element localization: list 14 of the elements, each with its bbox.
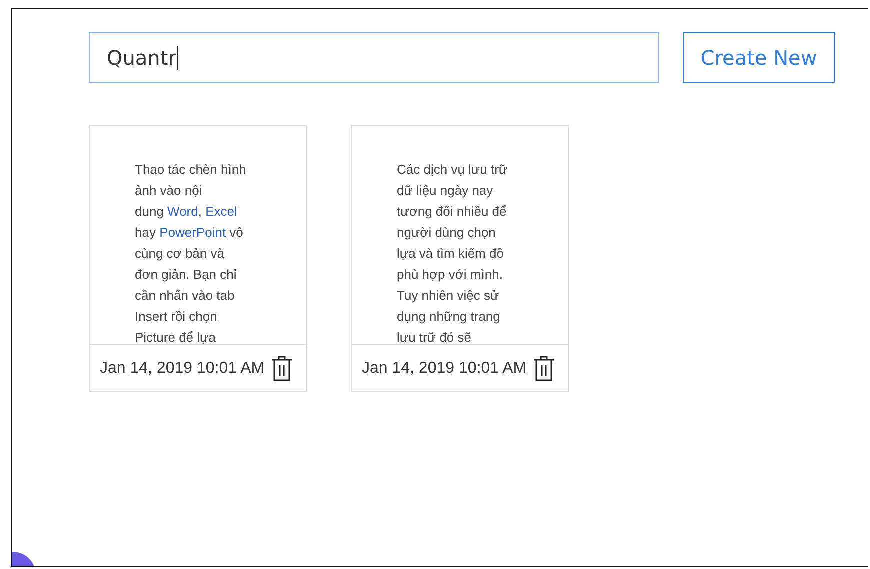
- note-date: Jan 14, 2019 10:01 AM: [362, 360, 527, 378]
- link[interactable]: PowerPoint: [160, 225, 226, 240]
- search-field[interactable]: Quantr: [89, 32, 659, 83]
- note-card[interactable]: Các dịch vụ lưu trữ dữ liệu ngày nay tương đối nhiều để người dùng chọn lựa và tìm kiếm đồ phù hợp với mình. Tuy nhiên việc sử dụng những trang lưu trữ đó sẽ Jan 14, 2019 10:01 AM: [351, 125, 569, 392]
- note-card[interactable]: Thao tác chèn hình ảnh vào nội dung Word, Excel hay PowerPoint vô cùng cơ bản và đơn giản. Bạn chỉ cần nhấn vào tab Insert rồi chọn Picture để lựa Jan 14, 2019 10:01 AM: [89, 125, 307, 392]
- trash-icon[interactable]: [270, 355, 293, 382]
- note-snippet: Các dịch vụ lưu trữ dữ liệu ngày nay tương đối nhiều để người dùng chọn lựa và tìm kiếm đồ phù hợp với mình. Tuy nhiên việc sử dụng những trang lưu trữ đó sẽ: [397, 161, 509, 344]
- note-snippet: Thao tác chèn hình ảnh vào nội dung Word, Excel hay PowerPoint vô cùng cơ bản và đơn giản. Bạn chỉ cần nhấn vào tab Insert rồi chọn Picture để lựa: [135, 161, 248, 344]
- note-date: Jan 14, 2019 10:01 AM: [100, 360, 265, 378]
- trash-icon[interactable]: [532, 355, 555, 382]
- create-new-button[interactable]: Create New: [683, 32, 835, 83]
- link[interactable]: Word: [168, 204, 198, 219]
- search-text: Quantr: [107, 46, 176, 70]
- link[interactable]: Excel: [206, 204, 238, 219]
